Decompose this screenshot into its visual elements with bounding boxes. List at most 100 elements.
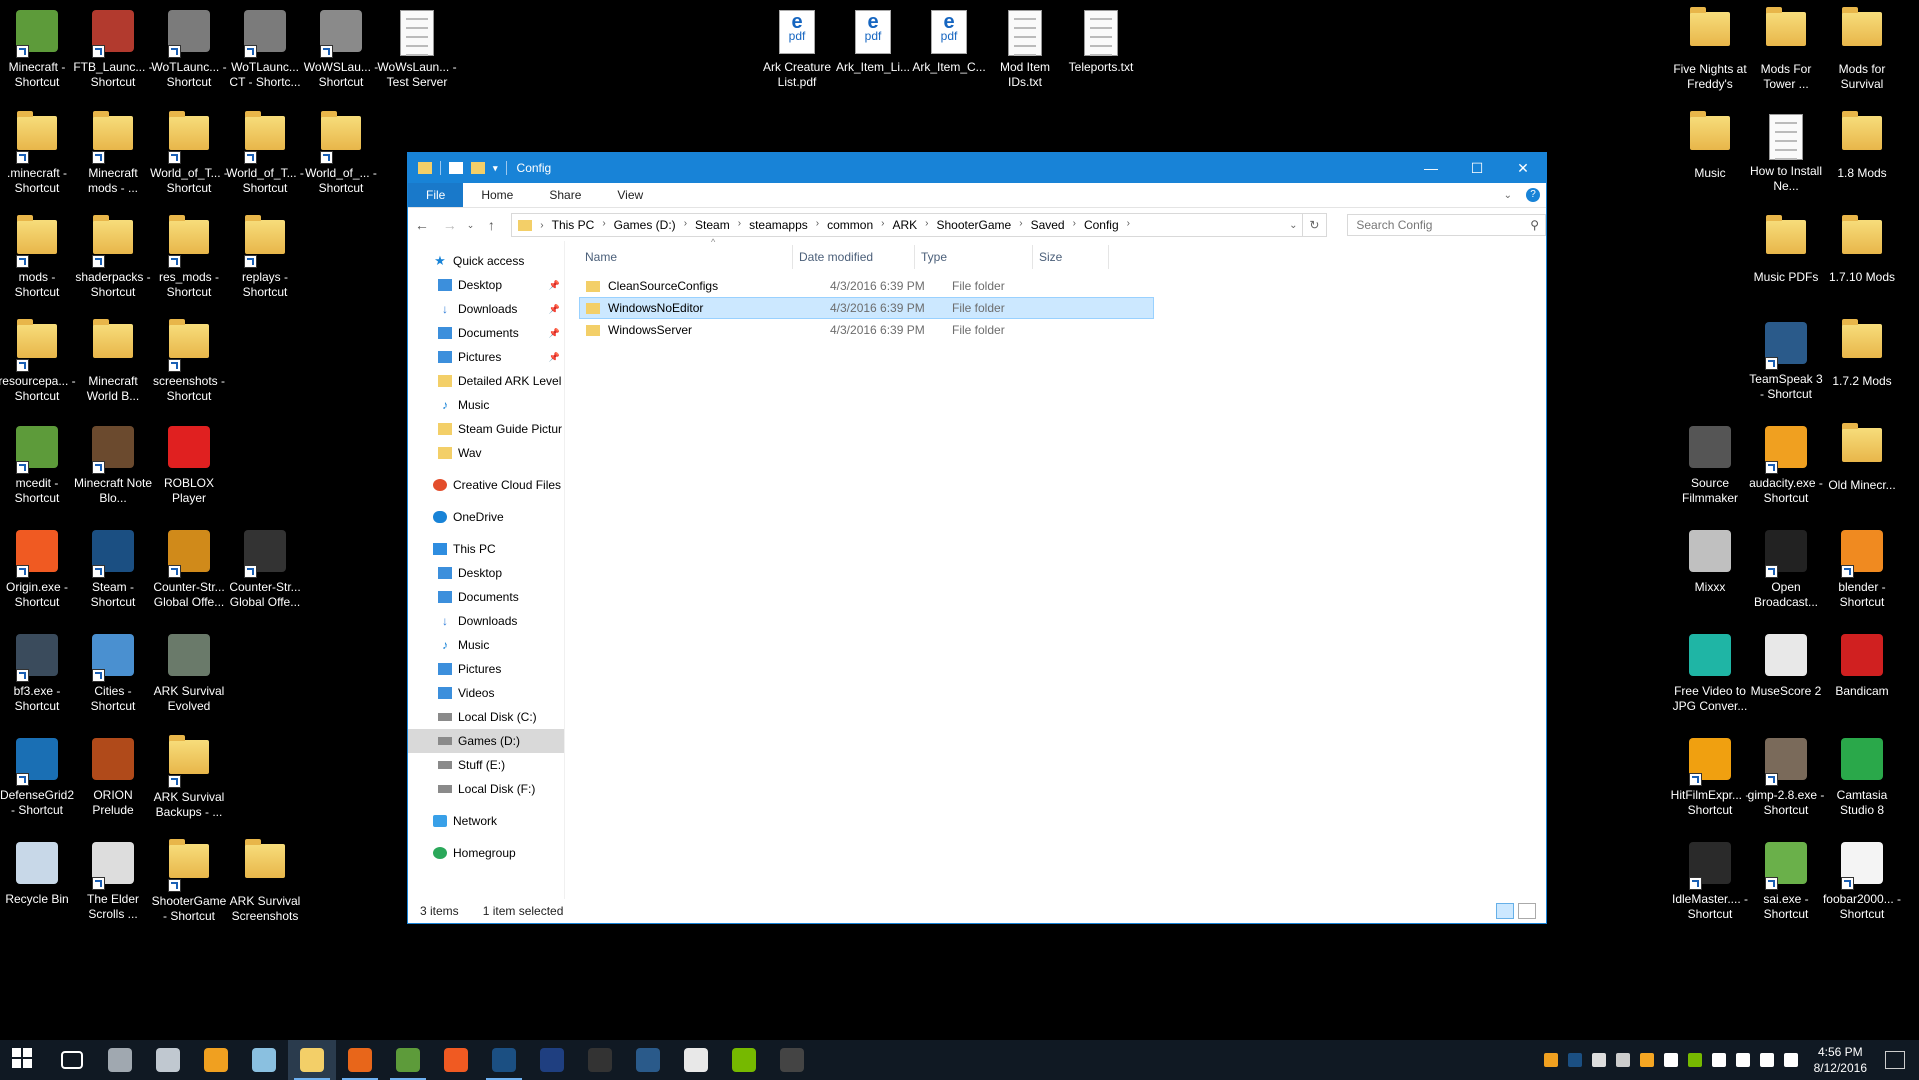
start-button[interactable] — [0, 1040, 48, 1080]
breadcrumb-this-pc[interactable]: This PC — [552, 218, 595, 232]
tab-home[interactable]: Home — [463, 183, 531, 207]
breadcrumb-separator[interactable]: › — [684, 218, 687, 232]
desktop-icon-world-of-shortcut[interactable]: World_of_... - Shortcut — [301, 108, 381, 196]
nav-item-onedrive[interactable]: OneDrive — [408, 505, 564, 529]
tray-icon-7[interactable] — [1687, 1053, 1702, 1067]
taskbar-nvidia[interactable] — [720, 1040, 768, 1080]
desktop-icon-minecraft-shortcut[interactable]: Minecraft - Shortcut — [0, 4, 77, 90]
desktop-icon-ark-survival-backups[interactable]: ARK Survival Backups - ... — [149, 732, 229, 820]
nav-item-pictures[interactable]: Pictures — [408, 657, 564, 681]
tray-icon-8[interactable] — [1711, 1053, 1726, 1067]
tab-view[interactable]: View — [599, 183, 661, 207]
refresh-icon[interactable]: ↻ — [1302, 213, 1328, 237]
desktop-icon-idlemaster-shortcut[interactable]: IdleMaster.... - Shortcut — [1670, 836, 1750, 922]
desktop-icon-ftb-launc-shortcut[interactable]: FTB_Launc... - Shortcut — [73, 4, 153, 90]
desktop-icon-replays-shortcut[interactable]: replays - Shortcut — [225, 212, 305, 300]
desktop-icon-mod-item-ids-txt[interactable]: Mod Item IDs.txt — [985, 4, 1065, 90]
tray-icon-9[interactable] — [1735, 1053, 1750, 1067]
nav-item-games-d[interactable]: Games (D:) — [408, 729, 564, 753]
desktop-icon-music-pdfs[interactable]: Music PDFs — [1746, 212, 1826, 285]
tray-icon-3[interactable] — [1591, 1053, 1606, 1067]
taskbar-obs[interactable] — [576, 1040, 624, 1080]
breadcrumb-separator[interactable]: › — [602, 218, 605, 232]
breadcrumb-shootergame[interactable]: ShooterGame — [937, 218, 1012, 232]
desktop-icon-world-of-t-shortcut[interactable]: World_of_T... - Shortcut — [149, 108, 229, 196]
new-folder-icon[interactable] — [471, 162, 485, 174]
column-date-modified[interactable]: Date modified — [793, 245, 915, 269]
desktop-icon-minecraft-mods[interactable]: Minecraft mods - ... — [73, 108, 153, 196]
desktop-icon-bandicam[interactable]: Bandicam — [1822, 628, 1902, 699]
desktop-icon-shootergame-shortcut[interactable]: ShooterGame - Shortcut — [149, 836, 229, 924]
desktop-icon-music[interactable]: Music — [1670, 108, 1750, 181]
breadcrumb-separator[interactable]: › — [925, 218, 928, 232]
desktop-icon-mods-for-survival[interactable]: Mods for Survival — [1822, 4, 1902, 92]
nav-item-steam-guide-pictur[interactable]: Steam Guide Pictur — [408, 417, 564, 441]
desktop-icon-cities-shortcut[interactable]: Cities - Shortcut — [73, 628, 153, 714]
tab-share[interactable]: Share — [531, 183, 599, 207]
nav-item-desktop[interactable]: Desktop 📌 — [408, 273, 564, 297]
taskbar-file-explorer[interactable] — [288, 1040, 336, 1080]
details-view-icon[interactable] — [1496, 903, 1514, 919]
taskbar-idlemaster[interactable] — [768, 1040, 816, 1080]
desktop-icon-1-8-mods[interactable]: 1.8 Mods — [1822, 108, 1902, 181]
file-row-windowsserver[interactable]: WindowsServer 4/3/2016 6:39 PM File folder — [579, 319, 1154, 341]
taskbar-firefox[interactable] — [336, 1040, 384, 1080]
desktop-icon-old-minecr[interactable]: Old Minecr... — [1822, 420, 1902, 493]
desktop-icon-wotlaunc-shortcut[interactable]: WoTLaunc... - Shortcut — [149, 4, 229, 90]
desktop-icon-defensegrid2-shortcut[interactable]: DefenseGrid2 - Shortcut — [0, 732, 77, 818]
close-button[interactable]: ✕ — [1500, 153, 1546, 183]
pin-icon[interactable]: 📌 — [549, 352, 560, 363]
desktop-icon-roblox-player[interactable]: ROBLOX Player — [149, 420, 229, 506]
taskbar-app-2[interactable] — [144, 1040, 192, 1080]
nav-item-stuff-e[interactable]: Stuff (E:) — [408, 753, 564, 777]
desktop-icon-five-nights-at-freddy-s[interactable]: Five Nights at Freddy's — [1670, 4, 1750, 92]
desktop-icon-1-7-10-mods[interactable]: 1.7.10 Mods — [1822, 212, 1902, 285]
taskbar-teamspeak[interactable] — [624, 1040, 672, 1080]
desktop-icon-hitfilmexpr-shortcut[interactable]: HitFilmExpr... - Shortcut — [1670, 732, 1750, 818]
desktop-icon-shaderpacks-shortcut[interactable]: shaderpacks - Shortcut — [73, 212, 153, 300]
task-view-button[interactable] — [48, 1040, 96, 1080]
desktop-icon-teamspeak-3-shortcut[interactable]: TeamSpeak 3 - Shortcut — [1746, 316, 1826, 402]
tray-icon-1[interactable] — [1543, 1053, 1558, 1067]
tray-icon-6[interactable] — [1663, 1053, 1678, 1067]
taskbar-app-3[interactable] — [192, 1040, 240, 1080]
desktop-icon-mods-for-tower[interactable]: Mods For Tower ... — [1746, 4, 1826, 92]
tray-icon-4[interactable] — [1615, 1053, 1630, 1067]
nav-item-network[interactable]: Network — [408, 809, 564, 833]
nav-item-detailed-ark-level[interactable]: Detailed ARK Level ( — [408, 369, 564, 393]
tray-icon-11[interactable] — [1783, 1053, 1798, 1067]
desktop-icon-ark-item-c[interactable]: e pdf Ark_Item_C... — [909, 4, 989, 75]
nav-item-wav[interactable]: Wav — [408, 441, 564, 465]
nav-item-creative-cloud-files[interactable]: Creative Cloud Files — [408, 473, 564, 497]
back-icon[interactable]: ← — [408, 217, 436, 233]
breadcrumb-separator[interactable]: › — [540, 220, 543, 231]
desktop-icon-sai-exe-shortcut[interactable]: sai.exe - Shortcut — [1746, 836, 1826, 922]
tray-icon-2[interactable] — [1567, 1053, 1582, 1067]
tray-icon-10[interactable] — [1759, 1053, 1774, 1067]
forward-icon[interactable]: → — [436, 217, 464, 233]
tray-icon-5[interactable] — [1639, 1053, 1654, 1067]
desktop-icon-wowslau-shortcut[interactable]: WoWSLau... - Shortcut — [301, 4, 381, 90]
nav-item-documents[interactable]: Documents 📌 — [408, 321, 564, 345]
desktop-icon-minecraft-shortcut[interactable]: .minecraft - Shortcut — [0, 108, 77, 196]
breadcrumb-common[interactable]: common — [827, 218, 873, 232]
file-row-windowsnoeditor[interactable]: WindowsNoEditor 4/3/2016 6:39 PM File fold… — [579, 297, 1154, 319]
nav-item-documents[interactable]: Documents — [408, 585, 564, 609]
column-size[interactable]: Size — [1033, 245, 1109, 269]
desktop-icon-audacity-exe-shortcut[interactable]: audacity.exe - Shortcut — [1746, 420, 1826, 506]
breadcrumb-steam[interactable]: Steam — [695, 218, 730, 232]
taskbar-musescore[interactable] — [672, 1040, 720, 1080]
expand-ribbon-icon[interactable]: ⌄ — [1504, 190, 1512, 201]
desktop-icon-ark-survival-evolved[interactable]: ARK Survival Evolved — [149, 628, 229, 714]
column-type[interactable]: Type — [915, 245, 1033, 269]
pin-icon[interactable]: 📌 — [549, 280, 560, 291]
navigation-pane[interactable]: ★ Quick access Desktop 📌 ↓ Downloads 📌 Document… — [408, 241, 565, 899]
breadcrumb-separator[interactable]: › — [1127, 218, 1130, 232]
desktop-icon-minecraft-note-blo[interactable]: Minecraft Note Blo... — [73, 420, 153, 506]
desktop-icon-ark-item-li[interactable]: e pdf Ark_Item_Li... — [833, 4, 913, 75]
up-icon[interactable]: ↑ — [478, 217, 506, 233]
desktop-icon-counter-str-global-offe[interactable]: Counter-Str... Global Offe... — [225, 524, 305, 610]
desktop-icon-gimp-2-8-exe-shortcut[interactable]: gimp-2.8.exe - Shortcut — [1746, 732, 1826, 818]
desktop-icon-camtasia-studio-8[interactable]: Camtasia Studio 8 — [1822, 732, 1902, 818]
title-bar[interactable]: ▾ Config — ☐ ✕ — [408, 153, 1546, 183]
